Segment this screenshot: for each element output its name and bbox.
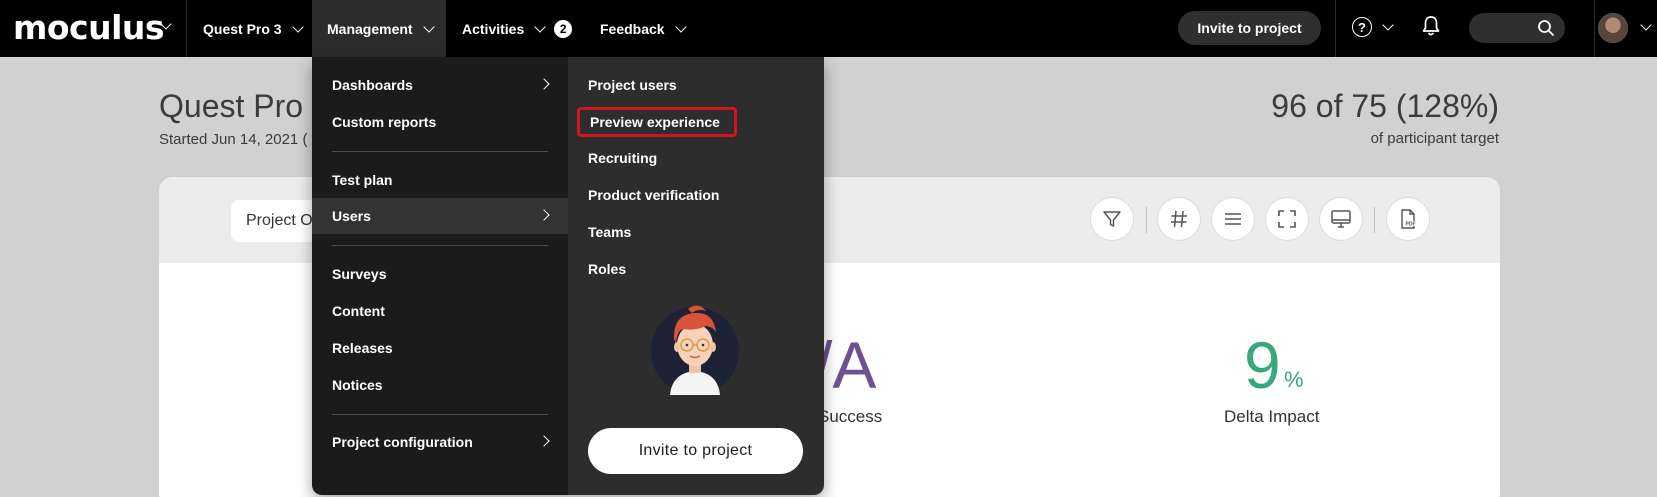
menu-item-label: Project configuration bbox=[332, 434, 473, 450]
menu-divider bbox=[332, 414, 548, 415]
menu-item-label: Dashboards bbox=[332, 77, 413, 93]
nav-project-label: Quest Pro 3 bbox=[203, 20, 282, 37]
filter-button[interactable] bbox=[1091, 198, 1133, 240]
submenu-item-recruiting[interactable]: Recruiting bbox=[588, 143, 657, 173]
management-menu-primary: Dashboards Custom reports Test plan User… bbox=[312, 57, 568, 495]
menu-item-label: Test plan bbox=[332, 172, 393, 188]
submenu-item-teams[interactable]: Teams bbox=[588, 217, 631, 247]
chevron-down-icon[interactable] bbox=[1382, 19, 1394, 31]
monitor-button[interactable] bbox=[1320, 198, 1362, 240]
page-subtitle: Started Jun 14, 2021 ( bbox=[159, 131, 308, 148]
help-icon[interactable]: ? bbox=[1352, 17, 1372, 37]
chevron-down-icon bbox=[291, 20, 304, 33]
users-submenu: Project users Preview experience Recruit… bbox=[568, 57, 824, 495]
list-button[interactable] bbox=[1212, 198, 1254, 240]
submenu-item-roles[interactable]: Roles bbox=[588, 254, 626, 284]
menu-item-project-configuration[interactable]: Project configuration bbox=[312, 424, 568, 460]
user-avatar[interactable] bbox=[1598, 13, 1628, 43]
nav-activities-label: Activities bbox=[462, 20, 525, 37]
top-navbar: moculus Quest Pro 3 Management Activitie… bbox=[0, 0, 1657, 57]
submenu-item-product-verification[interactable]: Product verification bbox=[588, 180, 719, 210]
hash-icon bbox=[1171, 210, 1187, 228]
participant-target-caption: of participant target bbox=[1370, 130, 1499, 147]
chevron-down-icon[interactable] bbox=[1640, 19, 1652, 31]
nav-divider bbox=[186, 0, 187, 57]
menu-item-label: Custom reports bbox=[332, 114, 437, 130]
submenu-item-preview-experience[interactable]: Preview experience bbox=[577, 107, 737, 137]
menu-item-label: Notices bbox=[332, 377, 383, 393]
menu-invite-to-project-button[interactable]: Invite to project bbox=[588, 428, 803, 474]
menu-item-test-plan[interactable]: Test plan bbox=[312, 162, 568, 198]
pdf-icon: PDF bbox=[1401, 209, 1416, 229]
management-menu: Dashboards Custom reports Test plan User… bbox=[312, 57, 824, 495]
menu-item-label: Users bbox=[332, 208, 371, 224]
filter-icon bbox=[1103, 211, 1121, 227]
brand-logo[interactable]: moculus bbox=[13, 8, 165, 47]
chevron-right-icon bbox=[538, 435, 550, 447]
fullscreen-icon bbox=[1278, 210, 1296, 228]
menu-item-label: Surveys bbox=[332, 266, 387, 282]
menu-item-releases[interactable]: Releases bbox=[312, 330, 568, 366]
menu-item-content[interactable]: Content bbox=[312, 293, 568, 329]
list-icon bbox=[1225, 213, 1241, 225]
nav-feedback-label: Feedback bbox=[600, 20, 665, 37]
nav-divider bbox=[1594, 0, 1595, 57]
monitor-icon bbox=[1331, 210, 1351, 228]
page-title: Quest Pro bbox=[159, 88, 304, 124]
delta-impact-label: Delta Impact bbox=[1224, 407, 1320, 426]
invite-to-project-button[interactable]: Invite to project bbox=[1178, 11, 1321, 45]
bell-icon[interactable] bbox=[1421, 15, 1441, 37]
menu-item-users[interactable]: Users bbox=[312, 198, 568, 234]
nav-divider bbox=[1335, 0, 1336, 57]
pdf-button[interactable]: PDF bbox=[1387, 198, 1429, 240]
menu-item-dashboards[interactable]: Dashboards bbox=[312, 67, 568, 103]
toolbar-divider bbox=[1374, 207, 1375, 233]
chevron-right-icon bbox=[538, 78, 550, 90]
menu-item-label: Content bbox=[332, 303, 385, 319]
submenu-item-project-users[interactable]: Project users bbox=[588, 70, 677, 100]
chevron-down-icon bbox=[422, 20, 435, 33]
search-icon[interactable] bbox=[1537, 19, 1555, 37]
menu-item-surveys[interactable]: Surveys bbox=[312, 256, 568, 292]
menu-divider bbox=[332, 245, 548, 246]
fullscreen-button[interactable] bbox=[1266, 198, 1308, 240]
notification-badge: 2 bbox=[554, 19, 573, 38]
hash-button[interactable] bbox=[1158, 198, 1200, 240]
menu-item-custom-reports[interactable]: Custom reports bbox=[312, 104, 568, 140]
menu-item-label: Releases bbox=[332, 340, 393, 356]
nav-management[interactable]: Management bbox=[312, 0, 446, 57]
nav-management-label: Management bbox=[327, 20, 413, 37]
toolbar-divider bbox=[1146, 207, 1147, 233]
nav-activities[interactable]: Activities 2 bbox=[462, 0, 573, 57]
participant-target-value: 96 of 75 (128%) bbox=[1271, 88, 1499, 124]
chevron-right-icon bbox=[538, 209, 550, 221]
chevron-down-icon bbox=[674, 20, 687, 33]
chevron-down-icon bbox=[534, 20, 546, 33]
delta-impact-value: 9 bbox=[1244, 328, 1281, 402]
nav-feedback[interactable]: Feedback bbox=[600, 0, 687, 57]
menu-divider bbox=[332, 151, 548, 152]
delta-impact-unit: % bbox=[1284, 367, 1304, 392]
mascot-illustration bbox=[651, 305, 739, 395]
nav-project-switcher[interactable]: Quest Pro 3 bbox=[203, 0, 304, 57]
success-metric-label: Success bbox=[818, 407, 883, 426]
svg-text:PDF: PDF bbox=[1406, 222, 1416, 228]
menu-item-notices[interactable]: Notices bbox=[312, 367, 568, 403]
